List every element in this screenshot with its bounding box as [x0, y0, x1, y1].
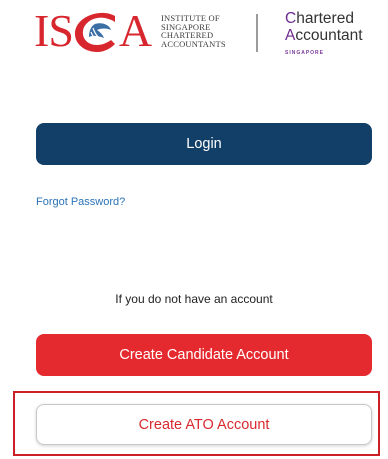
login-button[interactable]: Login — [36, 123, 372, 165]
create-ato-account-button[interactable]: Create ATO Account — [36, 404, 372, 445]
logo-divider — [256, 14, 258, 52]
create-candidate-account-button[interactable]: Create Candidate Account — [36, 334, 372, 376]
forgot-password-link[interactable]: Forgot Password? — [36, 196, 125, 208]
institute-name: INSTITUTE OF SINGAPORE CHARTERED ACCOUNT… — [161, 13, 226, 49]
chartered-accountant-logo: Chartered Accountant SINGAPORE — [285, 10, 363, 56]
lion-logo-icon — [74, 12, 115, 52]
isca-logo: IS A — [34, 5, 152, 56]
header: IS A INSTITUTE OF SINGAPORE CHARTERED ACC… — [0, 0, 388, 70]
no-account-text: If you do not have an account — [115, 292, 273, 306]
